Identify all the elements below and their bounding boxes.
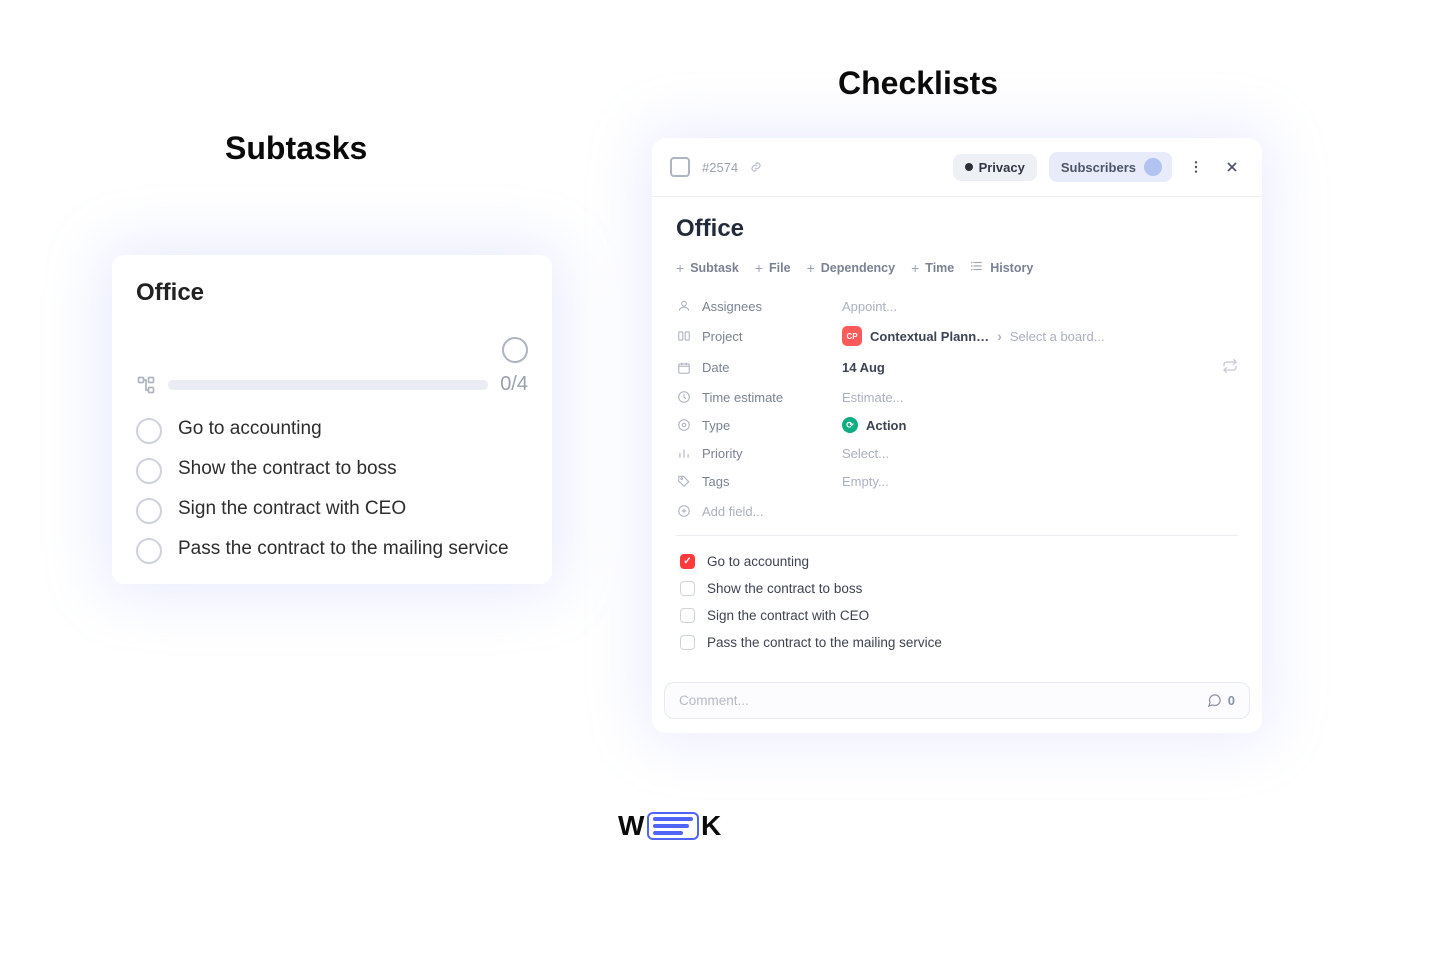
subscribers-label: Subscribers: [1061, 160, 1136, 175]
date-value: 14 Aug: [842, 360, 885, 375]
subtasks-card-title: Office: [136, 279, 528, 307]
project-name: Contextual Plann…: [870, 329, 989, 344]
add-file-button[interactable]: +File: [755, 259, 791, 276]
task-status-icon[interactable]: [670, 157, 690, 177]
plus-icon: +: [676, 260, 684, 276]
field-type[interactable]: Type ⟳ Action: [676, 417, 1238, 433]
add-time-button[interactable]: +Time: [911, 259, 954, 276]
history-button[interactable]: History: [970, 259, 1033, 276]
subtask-label: Sign the contract with CEO: [178, 496, 406, 522]
priority-icon: [676, 445, 692, 461]
task-id: #2574: [702, 160, 738, 175]
checklist-checkbox[interactable]: [680, 635, 695, 650]
field-date[interactable]: Date 14 Aug: [676, 358, 1238, 377]
subtasks-progress-bar: [168, 380, 488, 390]
field-tags[interactable]: Tags Empty...: [676, 473, 1238, 489]
add-dependency-button[interactable]: +Dependency: [807, 259, 896, 276]
link-icon[interactable]: [750, 161, 762, 173]
subtasks-card: Office 0/4 Go to accounting Show the con…: [112, 255, 552, 584]
privacy-button[interactable]: Privacy: [953, 154, 1037, 181]
tag-icon: [676, 473, 692, 489]
heading-checklists: Checklists: [838, 65, 998, 102]
subtask-checkbox[interactable]: [136, 458, 162, 484]
add-subtask-button[interactable]: +Subtask: [676, 259, 739, 276]
calendar-icon: [676, 360, 692, 376]
more-menu-button[interactable]: [1184, 155, 1208, 179]
field-assignees[interactable]: Assignees Appoint...: [676, 298, 1238, 314]
project-icon: [676, 328, 692, 344]
task-header: #2574 Privacy Subscribers: [652, 138, 1262, 197]
checklist-label: Sign the contract with CEO: [707, 608, 869, 623]
checklist-label: Show the contract to boss: [707, 581, 862, 596]
heading-subtasks: Subtasks: [225, 130, 367, 167]
weeek-logo: W K: [618, 810, 722, 842]
person-icon: [676, 298, 692, 314]
privacy-label: Privacy: [979, 160, 1025, 175]
subtask-item[interactable]: Sign the contract with CEO: [136, 496, 528, 524]
plus-icon: +: [807, 260, 815, 276]
subscriber-avatar: [1144, 158, 1162, 176]
action-type-icon: ⟳: [842, 417, 858, 433]
logo-bars-icon: [647, 812, 699, 840]
subtask-label: Go to accounting: [178, 416, 322, 442]
plus-circle-icon: [676, 503, 692, 519]
subtask-label: Show the contract to boss: [178, 456, 397, 482]
checklist-section: Go to accounting Show the contract to bo…: [652, 536, 1262, 672]
plus-icon: +: [755, 260, 763, 276]
project-badge: CP: [842, 326, 862, 346]
field-priority[interactable]: Priority Select...: [676, 445, 1238, 461]
subtask-checkbox[interactable]: [136, 418, 162, 444]
list-icon: [970, 259, 984, 276]
eye-icon: [965, 163, 973, 171]
subtask-checkbox[interactable]: [136, 498, 162, 524]
subtask-item[interactable]: Go to accounting: [136, 416, 528, 444]
checklist-checkbox[interactable]: [680, 554, 695, 569]
checklist-label: Go to accounting: [707, 554, 809, 569]
task-detail-card: #2574 Privacy Subscribers Office +Subtas…: [652, 138, 1262, 733]
repeat-icon[interactable]: [1222, 358, 1238, 377]
subtask-item[interactable]: Pass the contract to the mailing service: [136, 536, 528, 564]
task-title[interactable]: Office: [676, 215, 1238, 243]
task-complete-circle[interactable]: [502, 337, 528, 363]
subtask-item[interactable]: Show the contract to boss: [136, 456, 528, 484]
subscribers-button[interactable]: Subscribers: [1049, 152, 1172, 182]
board-select-placeholder[interactable]: Select a board...: [1010, 329, 1105, 344]
chevron-right-icon: ›: [997, 328, 1002, 344]
add-field-button[interactable]: Add field...: [676, 503, 1238, 519]
field-project[interactable]: Project CP Contextual Plann… › Select a …: [676, 326, 1238, 346]
type-icon: [676, 417, 692, 433]
chat-icon: [1207, 693, 1222, 708]
subtasks-tree-icon: [136, 375, 156, 395]
subtasks-progress-row: 0/4: [136, 373, 528, 396]
plus-icon: +: [911, 260, 919, 276]
type-value: Action: [866, 418, 906, 433]
checklist-item[interactable]: Pass the contract to the mailing service: [680, 635, 1238, 650]
checklist-checkbox[interactable]: [680, 608, 695, 623]
clock-icon: [676, 389, 692, 405]
checklist-item[interactable]: Sign the contract with CEO: [680, 608, 1238, 623]
field-time-estimate[interactable]: Time estimate Estimate...: [676, 389, 1238, 405]
subtask-checkbox[interactable]: [136, 538, 162, 564]
checklist-item[interactable]: Show the contract to boss: [680, 581, 1238, 596]
close-button[interactable]: [1220, 155, 1244, 179]
comment-input[interactable]: Comment... 0: [664, 682, 1250, 719]
comment-placeholder: Comment...: [679, 693, 749, 708]
checklist-checkbox[interactable]: [680, 581, 695, 596]
subtask-label: Pass the contract to the mailing service: [178, 536, 509, 562]
checklist-item[interactable]: Go to accounting: [680, 554, 1238, 569]
comment-count: 0: [1207, 693, 1235, 708]
subtasks-progress-text: 0/4: [500, 373, 528, 396]
checklist-label: Pass the contract to the mailing service: [707, 635, 942, 650]
